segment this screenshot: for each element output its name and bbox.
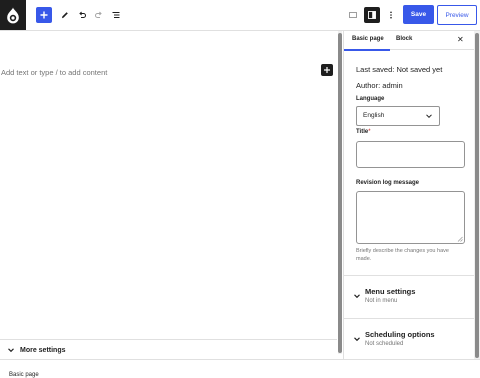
document-overview-button[interactable]: [108, 7, 124, 23]
plus-icon: [324, 67, 330, 73]
redo-button[interactable]: [91, 7, 107, 23]
resize-grip-icon[interactable]: [457, 236, 463, 242]
editor-footer: Basic page: [0, 359, 480, 378]
undo-button[interactable]: [74, 7, 90, 23]
author-row: Author: admin: [356, 81, 403, 90]
more-settings-label: More settings: [20, 346, 66, 354]
canvas-scrollbar[interactable]: [338, 31, 342, 354]
menu-settings-subtitle: Not in menu: [365, 298, 398, 304]
author-value: admin: [382, 81, 403, 90]
preview-button[interactable]: Preview: [437, 5, 477, 25]
inline-block-inserter-button[interactable]: [321, 64, 333, 76]
more-settings-toggle[interactable]: More settings: [0, 339, 337, 360]
tools-button[interactable]: [57, 7, 73, 23]
chevron-down-icon: [425, 112, 433, 122]
block-inserter-button[interactable]: [36, 7, 52, 23]
title-input[interactable]: [356, 141, 465, 168]
canvas-scrollbar-thumb[interactable]: [338, 33, 342, 353]
settings-sidebar-toggle[interactable]: [364, 7, 380, 23]
scheduling-options-title: Scheduling options: [365, 330, 435, 339]
title-label-text: Title: [356, 129, 369, 135]
pen-icon: [62, 12, 68, 19]
editor-toolbar: Save Preview: [0, 0, 480, 31]
device-preview-button[interactable]: [345, 7, 361, 23]
breadcrumb[interactable]: Basic page: [9, 372, 39, 378]
sidebar-scrollbar[interactable]: [474, 31, 480, 359]
chevron-down-icon: [7, 346, 15, 354]
scheduling-options-subtitle: Not scheduled: [365, 341, 404, 347]
chevron-down-icon: [353, 335, 361, 343]
list-view-icon: [112, 12, 120, 18]
settings-sidebar: Basic page Block ✕ Last saved: Not saved…: [343, 31, 475, 359]
revision-log-label: Revision log message: [356, 180, 420, 186]
menu-settings-panel[interactable]: Menu settings Not in menu: [344, 275, 475, 320]
sidebar-tabs: Basic page Block ✕: [344, 31, 475, 51]
sidebar-icon: [368, 11, 376, 19]
paragraph-placeholder[interactable]: Add text or type / to add content: [1, 68, 107, 77]
undo-icon: [79, 11, 86, 18]
more-vertical-icon: [390, 11, 392, 19]
last-saved-value: Not saved yet: [396, 65, 443, 74]
last-saved-row: Last saved: Not saved yet: [356, 65, 442, 74]
title-label: Title*: [356, 129, 371, 135]
editor-canvas[interactable]: Add text or type / to add content: [0, 31, 337, 338]
redo-icon: [95, 11, 102, 18]
language-select[interactable]: English: [356, 106, 440, 126]
desktop-icon: [349, 12, 357, 18]
options-menu-button[interactable]: [383, 7, 399, 23]
plus-icon: [40, 11, 48, 19]
language-label: Language: [356, 96, 385, 102]
close-icon[interactable]: ✕: [457, 36, 464, 44]
author-label: Author:: [356, 81, 381, 90]
chevron-down-icon: [353, 292, 361, 300]
revision-log-help: Briefly describe the changes you have ma…: [356, 248, 449, 262]
scheduling-options-panel[interactable]: Scheduling options Not scheduled: [344, 318, 475, 361]
save-button[interactable]: Save: [403, 5, 434, 24]
tab-block[interactable]: Block: [396, 36, 412, 42]
sidebar-scrollbar-thumb[interactable]: [475, 33, 479, 358]
revision-log-textarea[interactable]: [356, 191, 465, 244]
required-marker: *: [368, 129, 371, 135]
language-value: English: [363, 112, 385, 119]
drupal-logo-icon[interactable]: [0, 0, 26, 30]
tab-basic-page[interactable]: Basic page: [344, 36, 390, 51]
last-saved-label: Last saved:: [356, 65, 395, 74]
menu-settings-title: Menu settings: [365, 287, 416, 296]
